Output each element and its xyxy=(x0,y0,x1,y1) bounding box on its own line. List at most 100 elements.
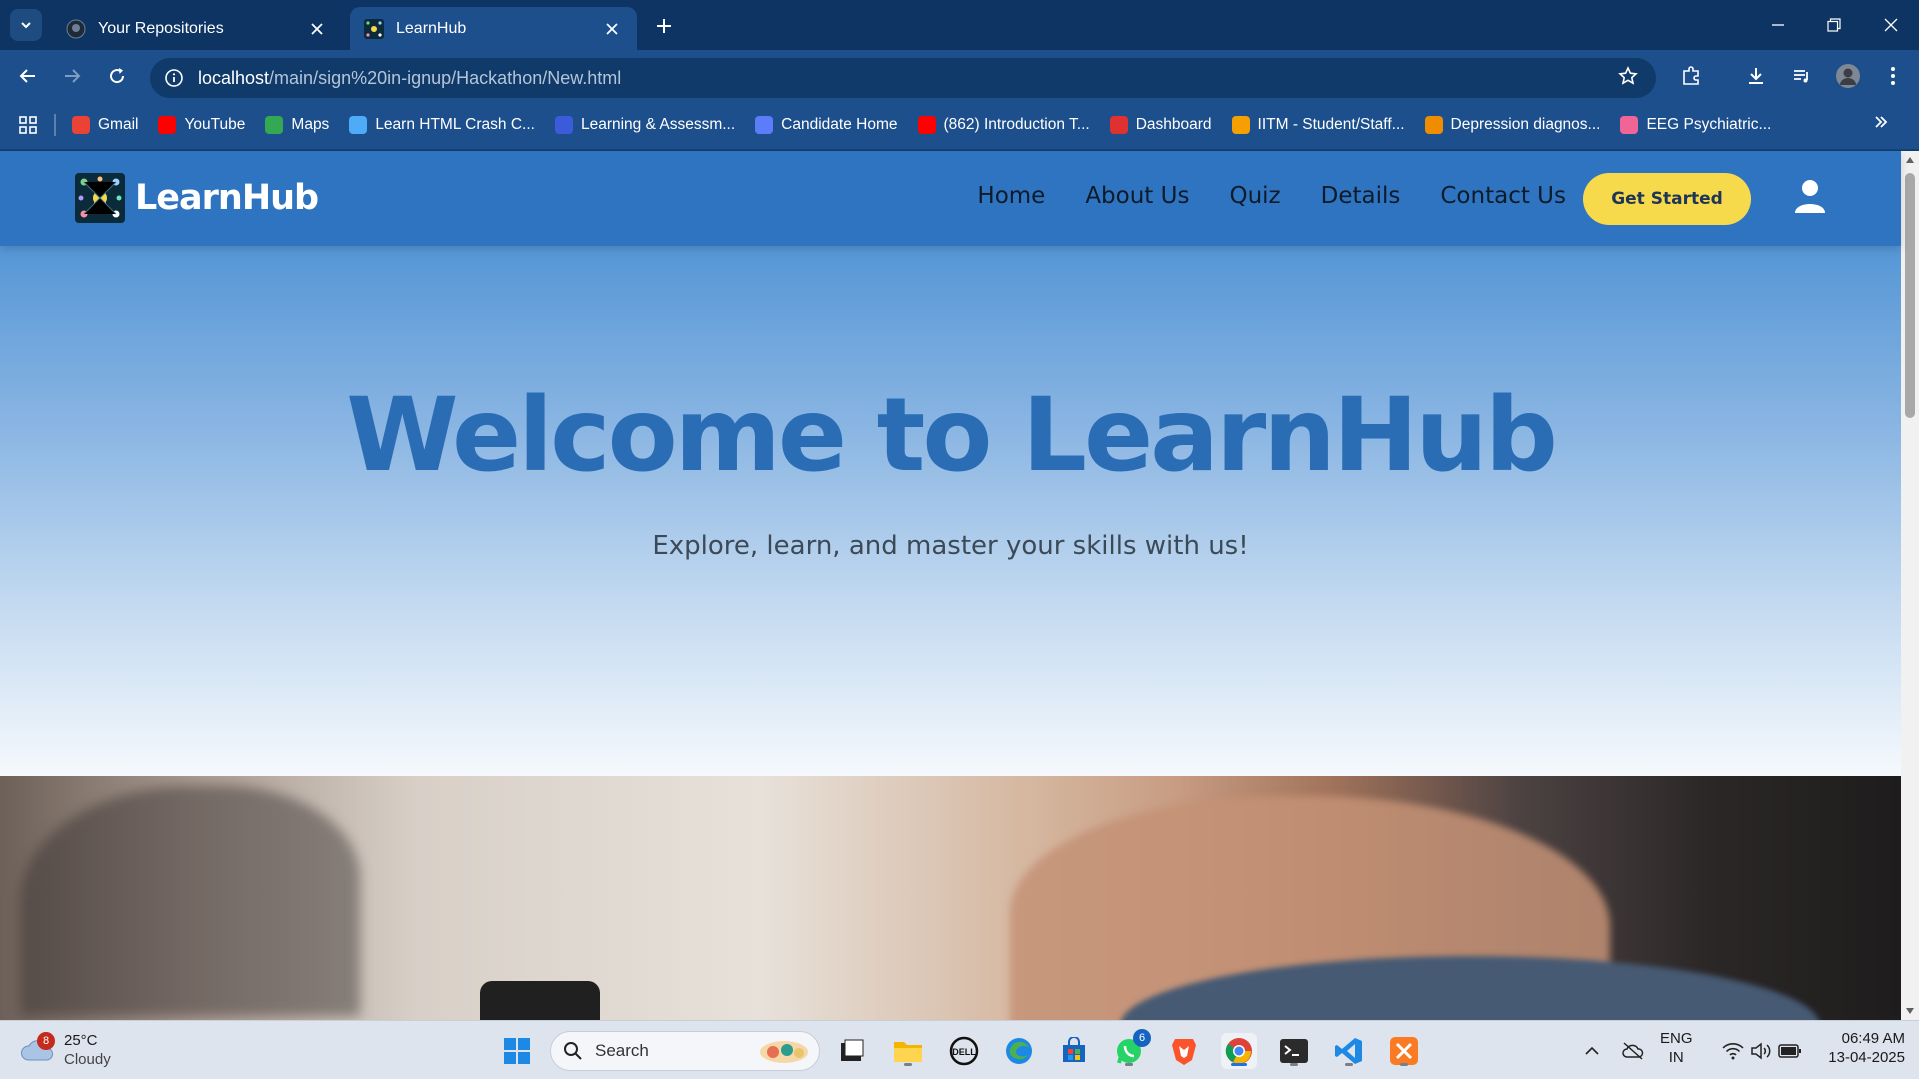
hero-title: Welcome to LearnHub xyxy=(346,376,1558,495)
bookmark-list: Gmail YouTube Maps Learn HTML Crash C... Lea… xyxy=(72,115,1791,134)
bookmark-item[interactable]: IITM - Student/Staff... xyxy=(1231,115,1405,134)
page-scrollbar[interactable] xyxy=(1901,151,1919,1020)
taskbar-search[interactable]: Search xyxy=(550,1031,820,1071)
bookmark-item[interactable]: Learning & Assessm... xyxy=(554,115,736,134)
user-icon[interactable] xyxy=(1795,179,1825,213)
bookmark-item[interactable]: (862) Introduction T... xyxy=(917,115,1090,134)
minimize-button[interactable] xyxy=(1758,10,1798,40)
onedrive-button[interactable] xyxy=(1615,1033,1651,1069)
playlist-icon xyxy=(1794,70,1808,83)
candidate-icon xyxy=(755,115,774,134)
running-indicator xyxy=(1345,1063,1353,1066)
taskbar-xampp[interactable] xyxy=(1386,1033,1422,1069)
taskbar-brave[interactable] xyxy=(1166,1033,1202,1069)
maps-icon xyxy=(265,115,284,134)
reload-button[interactable] xyxy=(101,60,133,92)
extensions-button[interactable] xyxy=(1675,60,1707,92)
quick-settings-button[interactable] xyxy=(1707,1033,1817,1069)
taskbar-edge[interactable] xyxy=(1001,1033,1037,1069)
bookmark-star-button[interactable] xyxy=(1612,60,1644,92)
puzzle-icon xyxy=(1683,66,1699,85)
cloud-icon: 8 xyxy=(20,1032,55,1062)
page-viewport: LearnHub Home About Us Quiz Details Cont… xyxy=(0,151,1919,1020)
chevron-up-icon xyxy=(1585,1046,1599,1055)
taskbar-terminal[interactable] xyxy=(1276,1033,1312,1069)
plus-icon xyxy=(657,19,671,33)
back-button[interactable] xyxy=(12,60,44,92)
hero-section: Welcome to LearnHub Explore, learn, and … xyxy=(0,246,1901,776)
bookmark-item[interactable]: Learn HTML Crash C... xyxy=(349,115,535,134)
edge-icon xyxy=(1006,1038,1032,1064)
search-placeholder: Search xyxy=(595,1041,649,1060)
taskbar-store[interactable] xyxy=(1056,1033,1092,1069)
close-icon[interactable] xyxy=(306,18,328,40)
whatsapp-badge: 6 xyxy=(1133,1029,1151,1047)
media-controls-button[interactable] xyxy=(1786,60,1818,92)
more-bookmarks-button[interactable] xyxy=(1873,114,1889,135)
language-indicator[interactable]: ENG IN xyxy=(1660,1029,1693,1067)
get-started-button[interactable]: Get Started xyxy=(1583,173,1751,225)
store-icon xyxy=(1063,1037,1085,1062)
start-button[interactable] xyxy=(499,1033,535,1069)
taskbar-dell[interactable]: DELL xyxy=(946,1033,982,1069)
dashboard-icon xyxy=(1109,115,1128,134)
scroll-down-icon[interactable] xyxy=(1905,1006,1915,1016)
scroll-up-icon[interactable] xyxy=(1905,155,1915,165)
restore-button[interactable] xyxy=(1814,10,1854,40)
bookmark-item[interactable]: Dashboard xyxy=(1109,115,1212,134)
site-logo[interactable]: LearnHub xyxy=(75,173,319,223)
brand-name: LearnHub xyxy=(135,178,319,218)
nav-about-us[interactable]: About Us xyxy=(1085,183,1189,209)
bookmark-item[interactable]: Maps xyxy=(265,115,329,134)
apps-grid-icon[interactable] xyxy=(18,115,38,135)
m-icon xyxy=(349,115,368,134)
bookmark-item[interactable]: EEG Psychiatric... xyxy=(1620,115,1771,134)
close-icon xyxy=(1884,18,1898,32)
tab-learnhub[interactable]: LearnHub xyxy=(350,7,637,50)
profile-button[interactable] xyxy=(1832,60,1864,92)
weather-badge: 8 xyxy=(37,1032,55,1050)
nav-details[interactable]: Details xyxy=(1321,183,1401,209)
downloads-button[interactable] xyxy=(1740,60,1772,92)
new-tab-button[interactable] xyxy=(650,12,678,40)
nav-home[interactable]: Home xyxy=(977,183,1045,209)
star-icon xyxy=(1618,66,1638,85)
brain-icon xyxy=(1620,115,1639,134)
learning-icon xyxy=(554,115,573,134)
bookmark-divider xyxy=(54,113,56,136)
tab-search-button[interactable] xyxy=(10,9,42,41)
search-icon xyxy=(564,1042,582,1060)
taskbar-whatsapp[interactable]: 6 xyxy=(1111,1029,1151,1069)
bookmark-item[interactable]: Candidate Home xyxy=(755,115,898,134)
learnhub-favicon-icon xyxy=(364,18,384,39)
e-icon xyxy=(1424,115,1443,134)
youtube-icon xyxy=(158,115,177,134)
taskbar-task-view[interactable] xyxy=(834,1033,870,1069)
scrollbar-thumb[interactable] xyxy=(1905,173,1915,418)
taskbar-file-explorer[interactable] xyxy=(890,1033,926,1069)
clock[interactable]: 06:49 AM 13-04-2025 xyxy=(1815,1029,1905,1067)
taskbar-chrome[interactable] xyxy=(1221,1033,1257,1069)
nav-contact-us[interactable]: Contact Us xyxy=(1440,183,1566,209)
close-icon[interactable] xyxy=(601,18,623,40)
bookmark-label: (862) Introduction T... xyxy=(943,115,1090,133)
minimize-icon xyxy=(1772,24,1784,26)
more-vertical-icon xyxy=(1891,67,1895,85)
browser-menu-button[interactable] xyxy=(1877,60,1909,92)
bookmark-label: Learning & Assessm... xyxy=(580,115,736,133)
tab-your-repositories[interactable]: Your Repositories xyxy=(52,7,342,50)
search-highlight-icon xyxy=(760,1041,808,1063)
forward-button[interactable] xyxy=(56,60,88,92)
bookmark-item[interactable]: YouTube xyxy=(158,115,245,134)
close-window-button[interactable] xyxy=(1871,10,1911,40)
bookmark-item[interactable]: Depression diagnos... xyxy=(1424,115,1600,134)
site-info-icon[interactable] xyxy=(164,68,184,88)
arrow-left-icon xyxy=(19,69,35,83)
nav-quiz[interactable]: Quiz xyxy=(1229,183,1280,209)
address-bar[interactable]: localhost/main/sign%20in-ignup/Hackathon… xyxy=(150,58,1656,98)
bookmark-item[interactable]: Gmail xyxy=(72,115,138,134)
vscode-icon xyxy=(1335,1038,1362,1064)
taskbar-vscode[interactable] xyxy=(1331,1033,1367,1069)
weather-widget[interactable]: 8 25°C Cloudy xyxy=(20,1031,111,1069)
show-hidden-icons-button[interactable] xyxy=(1574,1033,1610,1069)
